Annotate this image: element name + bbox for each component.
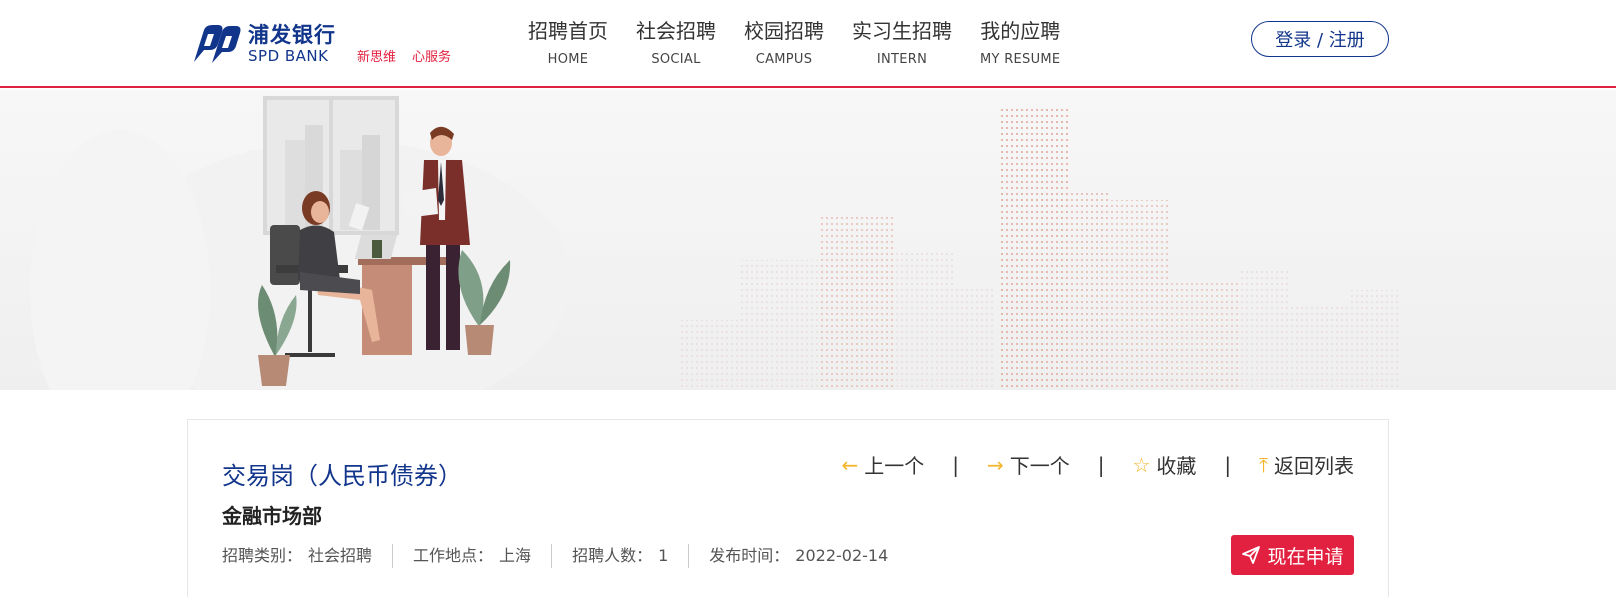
login-register-button[interactable]: 登录 / 注册 (1251, 21, 1389, 57)
meta-value: 2022-02-14 (795, 546, 889, 565)
favorite-label: 收藏 (1156, 454, 1197, 478)
nav-label-cn: 我的应聘 (980, 19, 1061, 43)
nav-label-en: HOME (547, 52, 589, 67)
job-department: 金融市场部 (222, 504, 322, 528)
back-label: 返回列表 (1274, 454, 1354, 478)
meta-label: 工作地点： (413, 546, 494, 565)
arrow-left-icon: ← (841, 452, 859, 477)
brand-name-en: SPD BANK (248, 47, 329, 65)
slogan: 新思维 心服务 (357, 46, 451, 65)
prev-label: 上一个 (864, 454, 925, 478)
back-to-list-link[interactable]: ⤒ 返回列表 (1259, 450, 1354, 479)
next-job-link[interactable]: → 下一个 (987, 450, 1070, 479)
meta-value: 社会招聘 (308, 546, 373, 565)
paper-plane-icon (1242, 546, 1261, 564)
spd-logo-icon (194, 25, 241, 63)
job-meta: 招聘类别： 社会招聘 工作地点： 上海 招聘人数： 1 发布时间： 2022-02-14 (222, 544, 908, 568)
separator: | (1097, 452, 1105, 477)
meta-label: 发布时间： (709, 546, 790, 565)
next-label: 下一个 (1009, 454, 1070, 478)
arrow-up-icon: ⤒ (1259, 452, 1268, 477)
nav-item-social[interactable]: 社会招聘 SOCIAL (636, 18, 716, 67)
office-illustration (30, 96, 1400, 390)
header: 浦发银行 SPD BANK 新思维 心服务 招聘首页 HOME 社会招聘 SOCI… (0, 0, 1616, 88)
main-nav: 招聘首页 HOME 社会招聘 SOCIAL 校园招聘 CAMPUS 实习生招聘 … (528, 18, 1088, 67)
job-detail-card: 交易岗（人民币债券） 金融市场部 招聘类别： 社会招聘 工作地点： 上海 招聘人数：… (187, 419, 1389, 597)
meta-value: 1 (658, 546, 669, 565)
brand-logo[interactable]: 浦发银行 SPD BANK (190, 22, 336, 66)
nav-label-en: MY RESUME (980, 52, 1061, 67)
separator: | (952, 452, 959, 477)
separator: | (1224, 452, 1232, 477)
meta-label: 招聘类别： (222, 546, 303, 565)
arrow-right-icon: → (986, 452, 1004, 477)
nav-item-my-resume[interactable]: 我的应聘 MY RESUME (980, 18, 1060, 67)
nav-label-en: INTERN (876, 52, 928, 67)
job-title: 交易岗（人民币债券） (222, 462, 462, 490)
nav-label-cn: 实习生招聘 (852, 19, 952, 43)
hero-banner (0, 90, 1616, 390)
meta-location: 工作地点： 上海 (392, 544, 551, 568)
meta-category: 招聘类别： 社会招聘 (222, 544, 392, 568)
nav-label-cn: 社会招聘 (636, 19, 716, 43)
nav-label-cn: 校园招聘 (744, 19, 824, 43)
nav-label-en: SOCIAL (651, 52, 701, 67)
nav-label-cn: 招聘首页 (528, 19, 608, 43)
meta-publish-date: 发布时间： 2022-02-14 (688, 544, 908, 568)
slogan-2: 心服务 (412, 50, 452, 65)
prev-job-link[interactable]: ← 上一个 (841, 450, 924, 479)
nav-item-home[interactable]: 招聘首页 HOME (528, 18, 608, 67)
slogan-1: 新思维 (357, 50, 397, 65)
apply-label: 现在申请 (1267, 545, 1344, 568)
favorite-link[interactable]: ☆ 收藏 (1132, 450, 1196, 479)
meta-value: 上海 (499, 546, 532, 565)
meta-headcount: 招聘人数： 1 (551, 544, 688, 568)
brand-name-cn: 浦发银行 (248, 23, 336, 47)
job-actions: ← 上一个 | → 下一个 | ☆ 收藏 | ⤒ 返回列表 (841, 450, 1354, 479)
nav-item-intern[interactable]: 实习生招聘 INTERN (852, 18, 952, 67)
meta-label: 招聘人数： (572, 546, 653, 565)
apply-now-button[interactable]: 现在申请 (1231, 535, 1354, 575)
nav-item-campus[interactable]: 校园招聘 CAMPUS (744, 18, 824, 67)
star-icon: ☆ (1132, 452, 1151, 477)
nav-label-en: CAMPUS (755, 52, 813, 67)
